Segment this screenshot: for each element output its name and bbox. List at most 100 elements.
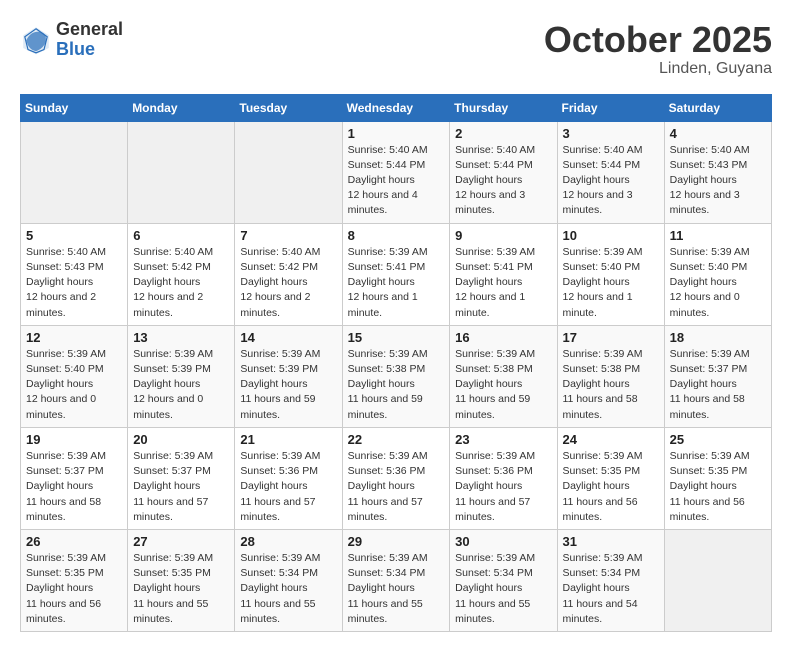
weekday-header-monday: Monday	[128, 94, 235, 121]
day-detail: Sunrise: 5:40 AMSunset: 5:43 PMDaylight …	[26, 245, 122, 321]
calendar-cell	[664, 529, 771, 631]
calendar-cell: 18Sunrise: 5:39 AMSunset: 5:37 PMDayligh…	[664, 325, 771, 427]
day-number: 7	[240, 228, 336, 243]
calendar-cell: 14 Sunrise: 5:39 AMSunset: 5:39 PMDayligh…	[235, 325, 342, 427]
day-number: 20	[133, 432, 229, 447]
day-detail: Sunrise: 5:39 AMSunset: 5:35 PMDaylight …	[670, 449, 766, 525]
day-number: 30	[455, 534, 551, 549]
day-detail: Sunrise: 5:39 AMSunset: 5:34 PMDaylight …	[563, 551, 659, 627]
day-number: 29	[348, 534, 445, 549]
day-number: 19	[26, 432, 122, 447]
day-number: 16	[455, 330, 551, 345]
day-number: 31	[563, 534, 659, 549]
day-number: 10	[563, 228, 659, 243]
calendar-cell: 20Sunrise: 5:39 AMSunset: 5:37 PMDayligh…	[128, 427, 235, 529]
calendar-cell: 27Sunrise: 5:39 AMSunset: 5:35 PMDayligh…	[128, 529, 235, 631]
day-number: 9	[455, 228, 551, 243]
calendar-cell	[235, 121, 342, 223]
day-detail: Sunrise: 5:39 AMSunset: 5:40 PMDaylight …	[26, 347, 122, 423]
day-detail: Sunrise: 5:39 AMSunset: 5:40 PMDaylight …	[670, 245, 766, 321]
calendar-cell: 15 Sunrise: 5:39 AMSunset: 5:38 PMDayligh…	[342, 325, 450, 427]
day-detail: Sunrise: 5:39 AMSunset: 5:36 PMDaylight …	[240, 449, 336, 525]
day-number: 28	[240, 534, 336, 549]
day-number: 22	[348, 432, 445, 447]
title-block: October 2025 Linden, Guyana	[544, 20, 772, 78]
day-number: 11	[670, 228, 766, 243]
calendar-table: SundayMondayTuesdayWednesdayThursdayFrid…	[20, 94, 772, 632]
weekday-header-friday: Friday	[557, 94, 664, 121]
day-number: 15	[348, 330, 445, 345]
calendar-week-row: 26Sunrise: 5:39 AMSunset: 5:35 PMDayligh…	[21, 529, 772, 631]
calendar-cell: 19 Sunrise: 5:39 AMSunset: 5:37 PMDayligh…	[21, 427, 128, 529]
calendar-week-row: 1 Sunrise: 5:40 AMSunset: 5:44 PMDaylight…	[21, 121, 772, 223]
day-number: 5	[26, 228, 122, 243]
calendar-cell: 1 Sunrise: 5:40 AMSunset: 5:44 PMDaylight…	[342, 121, 450, 223]
day-detail: Sunrise: 5:40 AMSunset: 5:44 PMDaylight …	[455, 143, 551, 219]
calendar-cell: 10 Sunrise: 5:39 AMSunset: 5:40 PMDayligh…	[557, 223, 664, 325]
day-detail: Sunrise: 5:39 AMSunset: 5:37 PMDaylight …	[26, 449, 122, 525]
logo-general: General	[56, 20, 123, 40]
calendar-cell: 21Sunrise: 5:39 AMSunset: 5:36 PMDayligh…	[235, 427, 342, 529]
logo-icon	[20, 24, 52, 56]
calendar-cell: 7 Sunrise: 5:40 AMSunset: 5:42 PMDaylight…	[235, 223, 342, 325]
day-detail: Sunrise: 5:39 AMSunset: 5:35 PMDaylight …	[563, 449, 659, 525]
calendar-cell: 30Sunrise: 5:39 AMSunset: 5:34 PMDayligh…	[450, 529, 557, 631]
day-number: 13	[133, 330, 229, 345]
day-number: 25	[670, 432, 766, 447]
day-detail: Sunrise: 5:39 AMSunset: 5:36 PMDaylight …	[455, 449, 551, 525]
location: Linden, Guyana	[544, 60, 772, 78]
calendar-cell: 3Sunrise: 5:40 AMSunset: 5:44 PMDaylight…	[557, 121, 664, 223]
calendar-cell: 26Sunrise: 5:39 AMSunset: 5:35 PMDayligh…	[21, 529, 128, 631]
day-number: 6	[133, 228, 229, 243]
day-detail: Sunrise: 5:39 AMSunset: 5:38 PMDaylight …	[455, 347, 551, 423]
day-detail: Sunrise: 5:39 AMSunset: 5:34 PMDaylight …	[348, 551, 445, 627]
day-number: 12	[26, 330, 122, 345]
page-header: General Blue October 2025 Linden, Guyana	[20, 20, 772, 78]
calendar-cell: 17Sunrise: 5:39 AMSunset: 5:38 PMDayligh…	[557, 325, 664, 427]
day-detail: Sunrise: 5:39 AMSunset: 5:38 PMDaylight …	[348, 347, 445, 423]
calendar-week-row: 19 Sunrise: 5:39 AMSunset: 5:37 PMDayligh…	[21, 427, 772, 529]
day-number: 4	[670, 126, 766, 141]
weekday-header-saturday: Saturday	[664, 94, 771, 121]
calendar-cell: 28 Sunrise: 5:39 AMSunset: 5:34 PMDayligh…	[235, 529, 342, 631]
day-detail: Sunrise: 5:39 AMSunset: 5:39 PMDaylight …	[240, 347, 336, 423]
calendar-cell: 2 Sunrise: 5:40 AMSunset: 5:44 PMDaylight…	[450, 121, 557, 223]
day-number: 8	[348, 228, 445, 243]
calendar-cell: 6 Sunrise: 5:40 AMSunset: 5:42 PMDaylight…	[128, 223, 235, 325]
day-number: 27	[133, 534, 229, 549]
weekday-header-wednesday: Wednesday	[342, 94, 450, 121]
day-number: 17	[563, 330, 659, 345]
day-number: 24	[563, 432, 659, 447]
calendar-cell: 9 Sunrise: 5:39 AMSunset: 5:41 PMDaylight…	[450, 223, 557, 325]
day-number: 2	[455, 126, 551, 141]
calendar-cell: 31 Sunrise: 5:39 AMSunset: 5:34 PMDayligh…	[557, 529, 664, 631]
day-detail: Sunrise: 5:40 AMSunset: 5:42 PMDaylight …	[240, 245, 336, 321]
calendar-cell: 16 Sunrise: 5:39 AMSunset: 5:38 PMDayligh…	[450, 325, 557, 427]
weekday-header-sunday: Sunday	[21, 94, 128, 121]
day-detail: Sunrise: 5:39 AMSunset: 5:37 PMDaylight …	[670, 347, 766, 423]
day-detail: Sunrise: 5:40 AMSunset: 5:44 PMDaylight …	[348, 143, 445, 219]
calendar-cell: 8 Sunrise: 5:39 AMSunset: 5:41 PMDaylight…	[342, 223, 450, 325]
day-detail: Sunrise: 5:40 AMSunset: 5:43 PMDaylight …	[670, 143, 766, 219]
day-detail: Sunrise: 5:40 AMSunset: 5:42 PMDaylight …	[133, 245, 229, 321]
day-detail: Sunrise: 5:39 AMSunset: 5:41 PMDaylight …	[348, 245, 445, 321]
day-number: 14	[240, 330, 336, 345]
day-detail: Sunrise: 5:39 AMSunset: 5:36 PMDaylight …	[348, 449, 445, 525]
day-detail: Sunrise: 5:39 AMSunset: 5:34 PMDaylight …	[240, 551, 336, 627]
calendar-cell: 25 Sunrise: 5:39 AMSunset: 5:35 PMDayligh…	[664, 427, 771, 529]
weekday-header-thursday: Thursday	[450, 94, 557, 121]
weekday-header-row: SundayMondayTuesdayWednesdayThursdayFrid…	[21, 94, 772, 121]
calendar-cell	[128, 121, 235, 223]
day-number: 23	[455, 432, 551, 447]
calendar-cell: 22 Sunrise: 5:39 AMSunset: 5:36 PMDayligh…	[342, 427, 450, 529]
calendar-cell: 29 Sunrise: 5:39 AMSunset: 5:34 PMDayligh…	[342, 529, 450, 631]
calendar-cell: 24 Sunrise: 5:39 AMSunset: 5:35 PMDayligh…	[557, 427, 664, 529]
day-detail: Sunrise: 5:39 AMSunset: 5:40 PMDaylight …	[563, 245, 659, 321]
calendar-cell: 5 Sunrise: 5:40 AMSunset: 5:43 PMDaylight…	[21, 223, 128, 325]
calendar-cell: 23 Sunrise: 5:39 AMSunset: 5:36 PMDayligh…	[450, 427, 557, 529]
logo-blue: Blue	[56, 40, 123, 60]
day-detail: Sunrise: 5:39 AMSunset: 5:39 PMDaylight …	[133, 347, 229, 423]
calendar-week-row: 12 Sunrise: 5:39 AMSunset: 5:40 PMDayligh…	[21, 325, 772, 427]
day-detail: Sunrise: 5:39 AMSunset: 5:41 PMDaylight …	[455, 245, 551, 321]
day-number: 1	[348, 126, 445, 141]
